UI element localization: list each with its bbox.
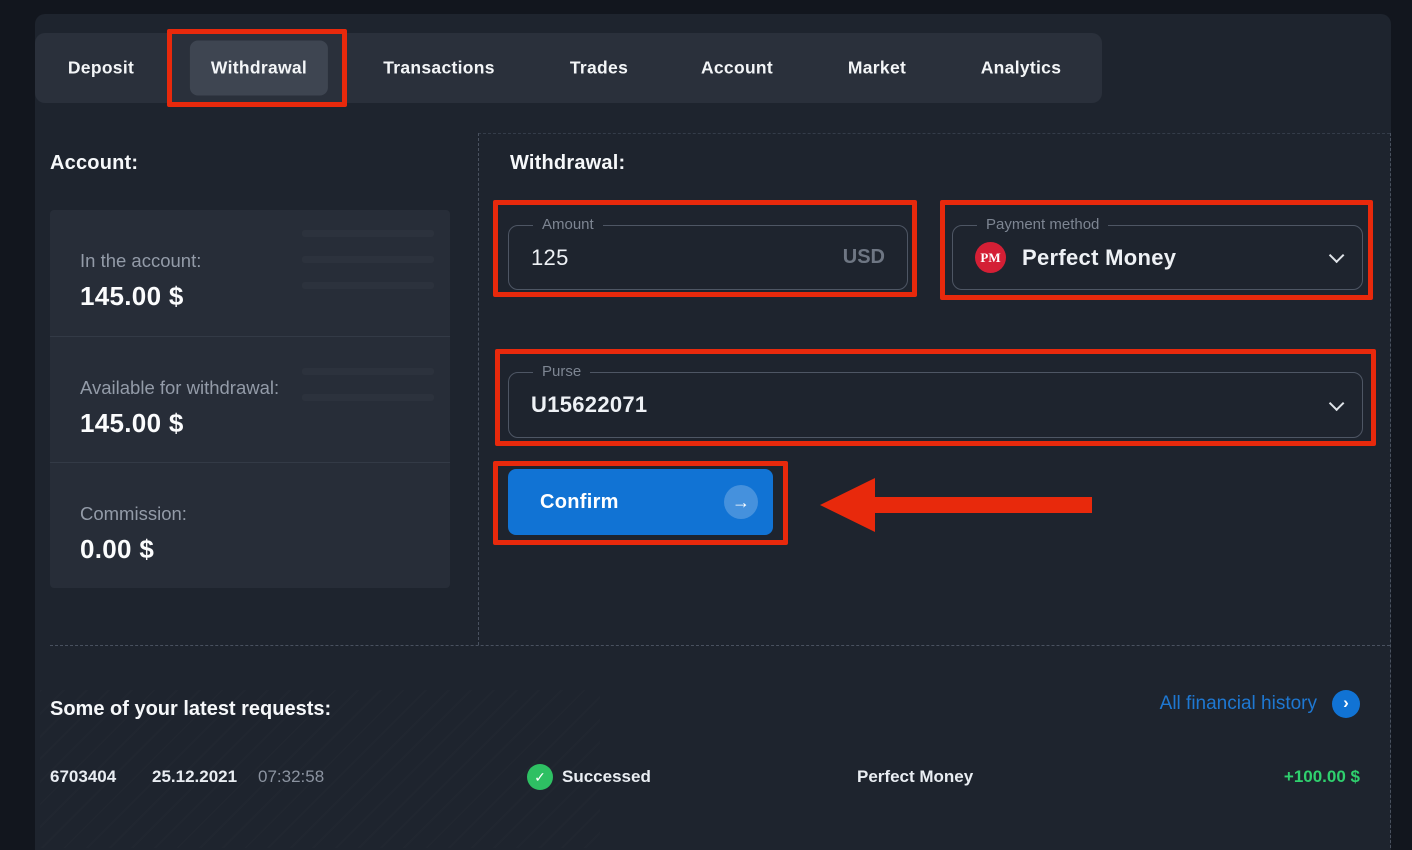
tab-analytics[interactable]: Analytics xyxy=(960,41,1083,96)
tab-trades[interactable]: Trades xyxy=(549,41,649,96)
purse-value: U15622071 xyxy=(531,392,647,418)
arrow-right-icon: → xyxy=(724,485,758,519)
tab-account[interactable]: Account xyxy=(680,41,794,96)
tab-withdrawal[interactable]: Withdrawal xyxy=(190,41,328,96)
account-card: In the account: 145.00 $ Available for w… xyxy=(50,210,450,588)
withdrawal-page: Deposit Withdrawal Transactions Trades A… xyxy=(0,0,1412,850)
request-method: Perfect Money xyxy=(857,767,973,787)
payment-method-inner: PM Perfect Money xyxy=(953,226,1362,289)
tab-deposit[interactable]: Deposit xyxy=(47,41,155,96)
payment-method-value: Perfect Money xyxy=(1022,245,1176,271)
success-check-icon: ✓ xyxy=(527,764,553,790)
currency-label: USD xyxy=(843,246,885,269)
panel-divider-vertical xyxy=(478,133,479,645)
request-time: 07:32:58 xyxy=(258,767,324,787)
panel-divider-right xyxy=(1390,133,1391,848)
request-status: ✓ Successed xyxy=(527,764,651,790)
request-status-label: Successed xyxy=(562,767,651,787)
request-id: 6703404 xyxy=(50,767,116,787)
balance-row: In the account: 145.00 $ xyxy=(50,210,450,336)
request-date: 25.12.2021 xyxy=(152,767,237,787)
tab-transactions[interactable]: Transactions xyxy=(362,41,516,96)
account-heading: Account: xyxy=(50,152,138,175)
chevron-down-icon xyxy=(1329,248,1345,264)
commission-value: 0.00 $ xyxy=(80,534,450,565)
confirm-button[interactable]: Confirm → xyxy=(508,469,773,535)
commission-label: Commission: xyxy=(80,503,450,525)
request-row[interactable]: 6703404 25.12.2021 07:32:58 ✓ Successed … xyxy=(0,762,1412,792)
available-row: Available for withdrawal: 145.00 $ xyxy=(50,336,450,462)
chevron-down-icon xyxy=(1329,395,1345,411)
confirm-button-label: Confirm xyxy=(540,491,619,514)
section-divider-horizontal xyxy=(50,645,1390,646)
request-amount: +100.00 $ xyxy=(1284,767,1360,787)
available-label: Available for withdrawal: xyxy=(80,377,450,399)
commission-row: Commission: 0.00 $ xyxy=(50,462,450,588)
top-nav: Deposit Withdrawal Transactions Trades A… xyxy=(35,33,1102,103)
withdrawal-heading: Withdrawal: xyxy=(510,152,625,175)
annotation-arrow-left-icon xyxy=(815,474,1095,536)
amount-input[interactable] xyxy=(531,245,791,271)
requests-heading: Some of your latest requests: xyxy=(50,698,331,721)
amount-field[interactable]: Amount USD xyxy=(508,225,908,290)
tab-market[interactable]: Market xyxy=(827,41,927,96)
purse-select[interactable]: Purse U15622071 xyxy=(508,372,1363,438)
payment-method-select[interactable]: Payment method PM Perfect Money xyxy=(952,225,1363,290)
amount-field-inner: USD xyxy=(509,226,907,289)
available-value: 145.00 $ xyxy=(80,408,450,439)
balance-value: 145.00 $ xyxy=(80,281,450,312)
all-financial-history-label: All financial history xyxy=(1160,693,1317,715)
all-financial-history-link[interactable]: All financial history › xyxy=(1160,690,1360,718)
purse-inner: U15622071 xyxy=(509,373,1362,437)
perfect-money-icon: PM xyxy=(975,242,1006,273)
panel-divider-top xyxy=(478,133,1390,134)
balance-label: In the account: xyxy=(80,250,450,272)
chevron-right-icon: › xyxy=(1332,690,1360,718)
